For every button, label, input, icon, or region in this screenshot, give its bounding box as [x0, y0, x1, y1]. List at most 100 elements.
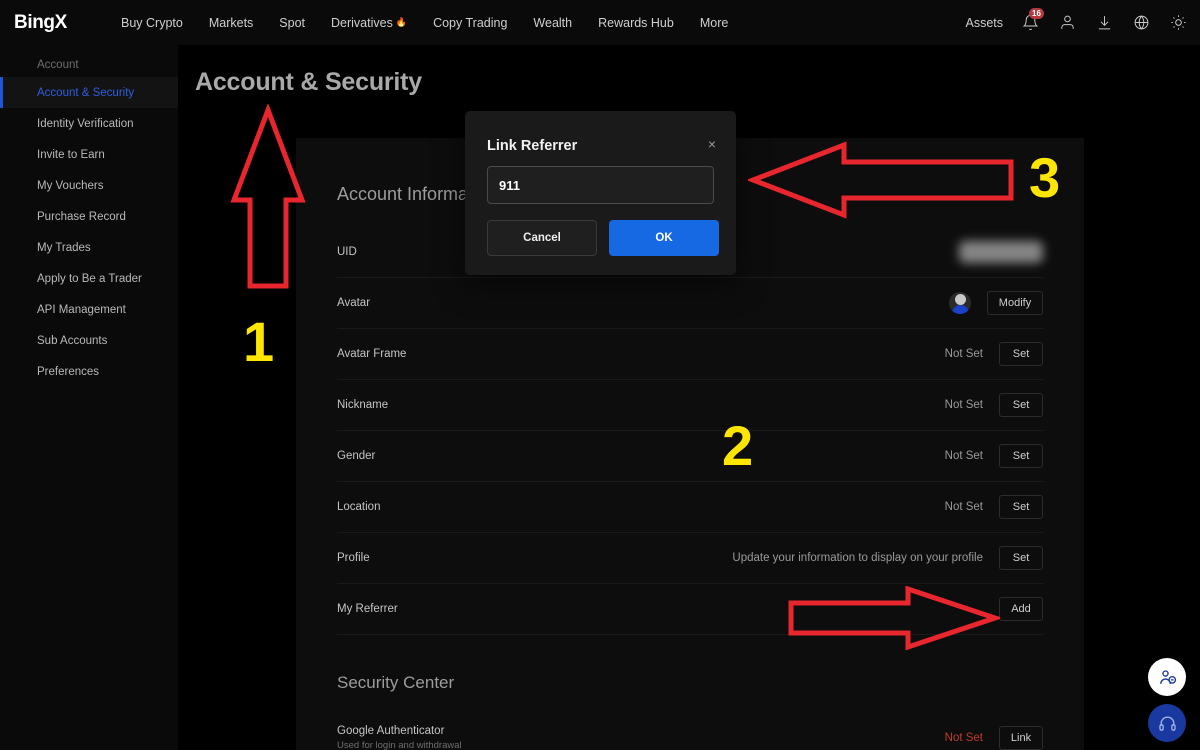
row-value: Update your information to display on yo…	[732, 552, 983, 564]
profile-set-button[interactable]: Set	[999, 546, 1043, 570]
nav-link-markets[interactable]: Markets	[196, 16, 266, 30]
main-nav-links: Buy Crypto Markets Spot Derivatives 🔥 Co…	[108, 16, 741, 30]
link-referrer-dialog: Link Referrer × Cancel OK	[465, 111, 736, 275]
annotation-number-1: 1	[243, 310, 275, 373]
sidebar-item-sub-accounts[interactable]: Sub Accounts	[0, 325, 178, 356]
table-row-profile: Profile Update your information to displ…	[337, 533, 1043, 584]
user-icon[interactable]	[1057, 13, 1077, 33]
nav-label: Buy Crypto	[121, 15, 183, 30]
row-right: Not Set Set	[945, 495, 1043, 519]
page-root: BingX Buy Crypto Markets Spot Derivative…	[0, 0, 1200, 750]
nav-label: Copy Trading	[433, 15, 508, 30]
sidebar-heading: Account	[37, 59, 79, 71]
sidebar-item-label: Identity Verification	[37, 117, 134, 130]
row-label: Google Authenticator	[337, 724, 445, 737]
table-row-nickname: Nickname Not Set Set	[337, 380, 1043, 431]
row-right: Update your information to display on yo…	[732, 546, 1043, 570]
avatar-body	[951, 305, 969, 314]
row-value: Not Set	[944, 399, 983, 411]
table-row-my-referrer: My Referrer Add	[337, 584, 1043, 635]
notification-badge: 16	[1029, 7, 1044, 19]
row-right: Not Set Link	[944, 725, 1043, 750]
sidebar-item-label: My Trades	[37, 241, 91, 254]
nav-link-rewards-hub[interactable]: Rewards Hub	[585, 16, 687, 30]
row-label: UID	[337, 246, 357, 258]
nav-label: Rewards Hub	[598, 15, 674, 30]
cancel-button[interactable]: Cancel	[487, 220, 597, 256]
nickname-set-button[interactable]: Set	[999, 393, 1043, 417]
top-nav-right-cluster: Assets 16	[965, 0, 1188, 45]
security-center-heading: Security Center	[337, 673, 455, 692]
nav-link-derivatives[interactable]: Derivatives 🔥	[318, 16, 420, 30]
globe-icon[interactable]	[1131, 13, 1151, 33]
nav-link-wealth[interactable]: Wealth	[520, 16, 585, 30]
row-right: Not Set Set	[945, 393, 1043, 417]
avatar	[949, 292, 971, 314]
support-fab-button[interactable]	[1148, 658, 1186, 696]
sidebar-item-label: Apply to Be a Trader	[37, 272, 142, 285]
account-information-rows: UID Avatar Modify Avatar Frame Not Set S…	[296, 227, 1084, 635]
download-icon[interactable]	[1094, 13, 1114, 33]
row-right	[959, 241, 1043, 263]
gender-set-button[interactable]: Set	[999, 444, 1043, 468]
row-label-stack: Google Authenticator Used for login and …	[337, 725, 462, 750]
row-label: Avatar	[337, 297, 371, 309]
sidebar-item-my-vouchers[interactable]: My Vouchers	[0, 170, 178, 201]
row-label: Gender	[337, 450, 376, 462]
nav-label: Derivatives	[331, 15, 393, 30]
sidebar-item-account-security[interactable]: Account & Security	[0, 77, 178, 108]
sidebar-item-label: Purchase Record	[37, 210, 126, 223]
nav-link-copy-trading[interactable]: Copy Trading	[420, 16, 520, 30]
location-set-button[interactable]: Set	[999, 495, 1043, 519]
row-right: Not Set Set	[945, 444, 1043, 468]
my-referrer-add-button[interactable]: Add	[999, 597, 1043, 621]
sidebar-item-purchase-record[interactable]: Purchase Record	[0, 201, 178, 232]
row-label: My Referrer	[337, 603, 398, 615]
table-row-avatar: Avatar Modify	[337, 278, 1043, 329]
sidebar-item-apply-to-be-a-trader[interactable]: Apply to Be a Trader	[0, 263, 178, 294]
sidebar-item-label: Preferences	[37, 365, 100, 378]
sidebar-item-label: Sub Accounts	[37, 334, 108, 347]
table-row-gender: Gender Not Set Set	[337, 431, 1043, 482]
close-icon[interactable]: ×	[705, 137, 719, 151]
sidebar-item-label: API Management	[37, 303, 126, 316]
sidebar-item-preferences[interactable]: Preferences	[0, 356, 178, 387]
annotation-number-3: 3	[1029, 146, 1061, 209]
page-title: Account & Security	[195, 68, 423, 96]
top-navigation-bar: BingX Buy Crypto Markets Spot Derivative…	[0, 0, 1200, 45]
sun-icon[interactable]	[1168, 13, 1188, 33]
nav-link-spot[interactable]: Spot	[266, 16, 318, 30]
sidebar-item-my-trades[interactable]: My Trades	[0, 232, 178, 263]
table-row-google-authenticator: Google Authenticator Used for login and …	[337, 711, 1043, 750]
avatar-modify-button[interactable]: Modify	[987, 291, 1043, 315]
sidebar-item-api-management[interactable]: API Management	[0, 294, 178, 325]
user-support-icon	[1159, 669, 1176, 684]
sidebar-item-identity-verification[interactable]: Identity Verification	[0, 108, 178, 139]
row-value: Not Set	[944, 501, 983, 513]
live-chat-fab-button[interactable]	[1148, 704, 1186, 742]
status-badge: Not Set	[944, 731, 983, 744]
row-value: Not Set	[944, 450, 983, 462]
annotation-number-2: 2	[722, 414, 754, 477]
sidebar-item-label: Invite to Earn	[37, 148, 105, 161]
ok-button[interactable]: OK	[609, 220, 719, 256]
row-label: Nickname	[337, 399, 389, 411]
row-right: Not Set Set	[945, 342, 1043, 366]
assets-link[interactable]: Assets	[965, 16, 1003, 30]
google-authenticator-link-button[interactable]: Link	[999, 725, 1043, 750]
referrer-input[interactable]	[487, 166, 714, 204]
nav-link-buy-crypto[interactable]: Buy Crypto	[108, 16, 196, 30]
dialog-title: Link Referrer	[487, 138, 578, 154]
sidebar: Account Account & Security Identity Veri…	[0, 45, 178, 750]
bingx-logo[interactable]: BingX	[14, 12, 82, 34]
avatar-frame-set-button[interactable]: Set	[999, 342, 1043, 366]
sidebar-item-label: Account & Security	[37, 86, 135, 99]
security-center-rows: Google Authenticator Used for login and …	[296, 711, 1084, 750]
nav-label: Markets	[208, 15, 254, 30]
uid-value-redacted	[959, 241, 1043, 263]
sidebar-item-invite-to-earn[interactable]: Invite to Earn	[0, 139, 178, 170]
table-row-location: Location Not Set Set	[337, 482, 1043, 533]
nav-link-more[interactable]: More	[687, 16, 741, 30]
bell-icon[interactable]: 16	[1020, 7, 1044, 33]
dialog-buttons: Cancel OK	[487, 220, 719, 256]
